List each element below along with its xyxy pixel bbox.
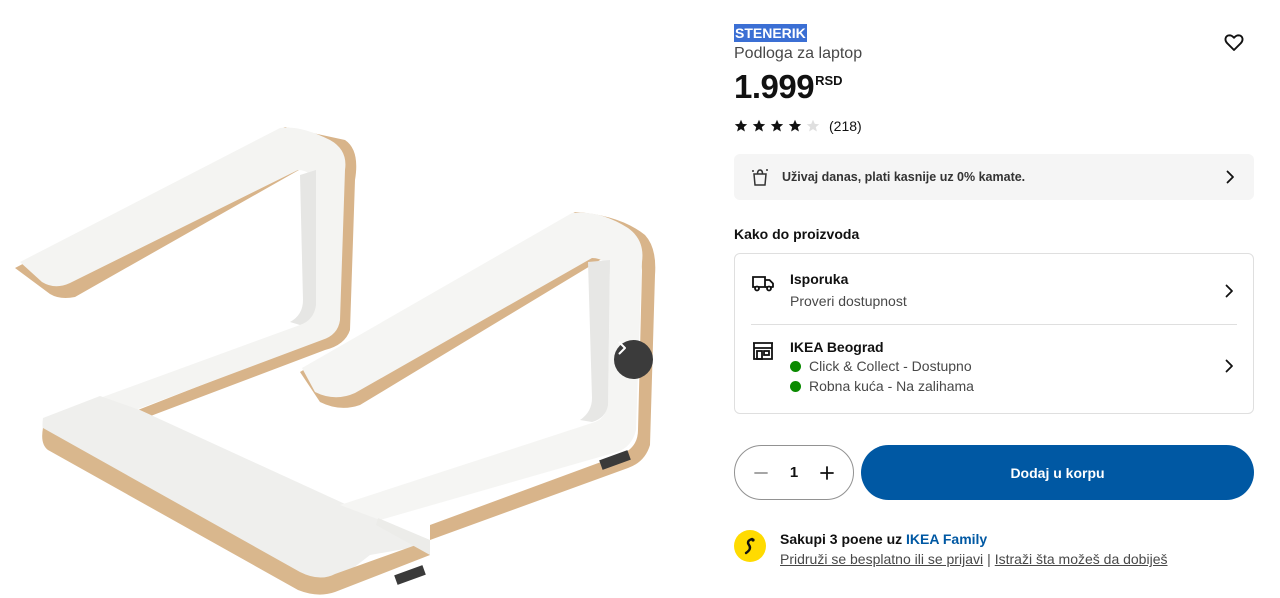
delivery-subtitle: Proveri dostupnost [790,293,907,309]
store-option[interactable]: IKEA Beograd Click & Collect - Dostupno … [751,338,1237,402]
join-login-link[interactable]: Pridruži se besplatno ili se prijavi [780,551,983,567]
chevron-right-icon [1226,170,1234,184]
chevron-right-icon [1225,284,1233,298]
chevron-right-icon [618,341,626,355]
pay-later-text: Uživaj danas, plati kasnije uz 0% kamate… [782,170,1026,184]
family-points-line: Sakupi 3 poene uz IKEA Family [780,530,1167,548]
family-points-text: Sakupi 3 poene uz [780,531,903,547]
star-filled-icon [734,119,748,132]
product-price: 1.999 RSD [734,68,843,106]
star-filled-icon [752,119,766,132]
store-title: IKEA Beograd [790,339,884,355]
heart-icon [1224,34,1244,51]
ikea-family-link[interactable]: IKEA Family [906,531,987,547]
available-dot [790,381,801,392]
store-info: IKEA Beograd Click & Collect - Dostupno … [790,338,974,402]
price-currency: RSD [815,73,843,88]
delivery-title: Isporuka [790,271,849,287]
store-stock-status: Robna kuća - Na zalihama [790,377,974,396]
family-info: Sakupi 3 poene uz IKEA Family Pridruži s… [780,530,1167,568]
delivery-info: Isporuka Proveri dostupnost [790,270,907,324]
product-subtitle: Podloga za laptop [734,45,863,62]
star-empty-icon [806,119,820,132]
plus-icon [820,465,834,480]
link-separator: | [987,551,991,567]
click-collect-status: Click & Collect - Dostupno [790,357,974,376]
store-stock-text: Robna kuća - Na zalihama [809,378,974,394]
available-dot [790,361,801,372]
product-image-gallery [0,0,670,598]
chevron-right-icon [1225,359,1233,373]
availability-panel: Isporuka Proveri dostupnost IKEA Beograd [734,253,1254,414]
family-links: Pridruži se besplatno ili se prijavi | Ist… [780,550,1167,568]
rating-stars [734,119,820,133]
star-filled-icon [788,119,802,132]
availability-heading: Kako do proizvoda [734,226,860,242]
price-value: 1.999 [734,68,815,105]
pay-later-banner[interactable]: Uživaj danas, plati kasnije uz 0% kamate… [734,154,1254,200]
quantity-input[interactable] [779,464,809,481]
minus-icon [754,471,768,474]
shopping-bag-icon [752,169,768,186]
quantity-stepper [734,445,854,500]
add-to-favorites-button[interactable] [1224,33,1244,53]
ikea-family-icon [734,530,766,562]
product-rating[interactable]: (218) [734,118,862,134]
increase-quantity-button[interactable] [813,459,841,487]
truck-icon [752,276,774,292]
star-filled-icon [770,119,784,132]
click-collect-text: Click & Collect - Dostupno [809,358,972,374]
store-icon [753,342,773,360]
divider [751,324,1237,325]
explore-benefits-link[interactable]: Istraži šta možeš da dobiješ [995,551,1168,567]
decrease-quantity-button[interactable] [747,459,775,487]
ikea-family-promo: Sakupi 3 poene uz IKEA Family Pridruži s… [734,530,1167,568]
add-to-cart-button[interactable]: Dodaj u korpu [861,445,1254,500]
buy-module: STENERIK Podloga za laptop 1.999 RSD (21… [734,0,1254,598]
review-count: (218) [829,118,862,134]
carousel-next-button[interactable] [614,340,653,379]
product-brand: STENERIK [734,24,807,42]
product-image [15,127,656,595]
delivery-option[interactable]: Isporuka Proveri dostupnost [751,270,1237,324]
